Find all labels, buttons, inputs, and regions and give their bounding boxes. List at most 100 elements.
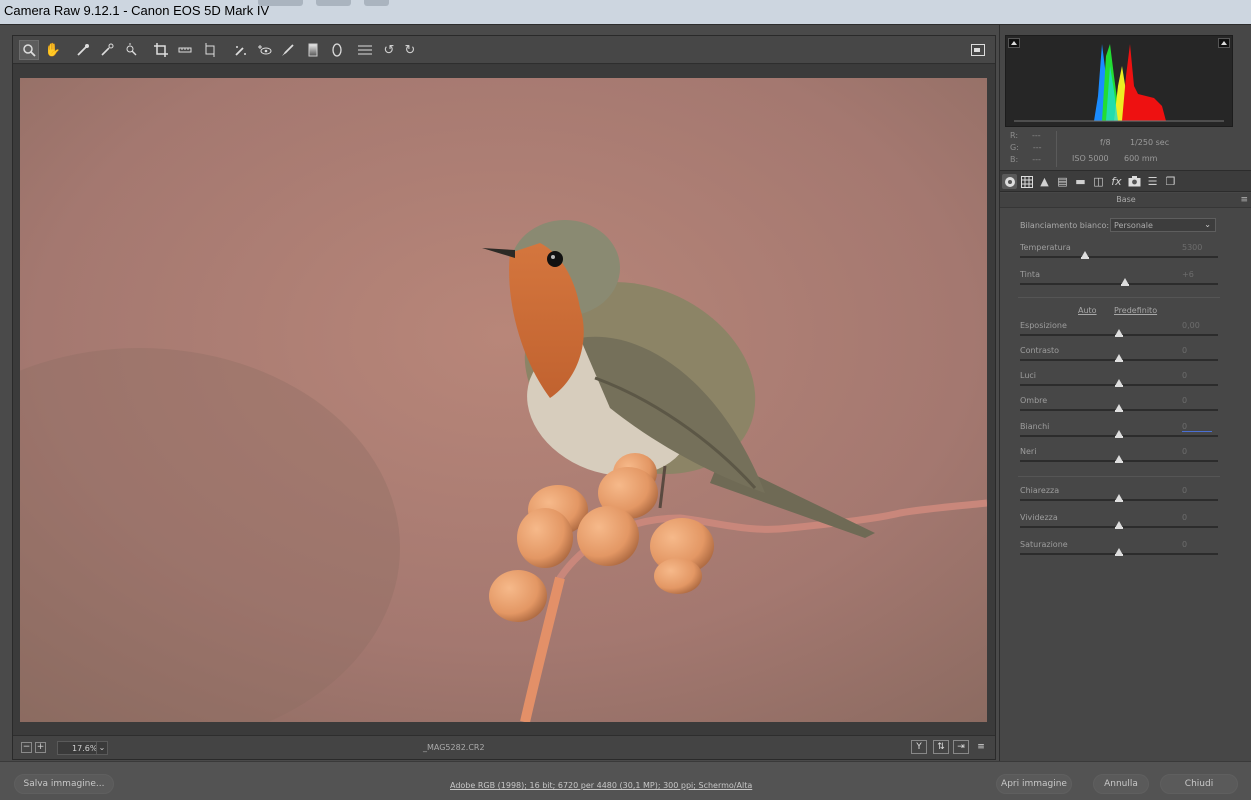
tab-split-toning-icon[interactable]: ▬ <box>1073 174 1088 189</box>
done-button[interactable]: Chiudi <box>1160 774 1238 794</box>
default-button[interactable]: Predefinito <box>1114 306 1157 315</box>
slider-value-input[interactable]: +6 <box>1182 270 1212 279</box>
slider-track[interactable] <box>1020 283 1218 285</box>
slider-thumb[interactable] <box>1115 521 1123 529</box>
swap-settings-icon[interactable]: ⇅ <box>933 740 949 754</box>
tab-tone-curve-icon[interactable] <box>1019 174 1034 189</box>
panel-menu-icon[interactable]: ≡ <box>1240 193 1248 207</box>
slider-thumb[interactable] <box>1115 494 1123 502</box>
workflow-options-link[interactable]: Adobe RGB (1998); 16 bit; 6720 per 4480 … <box>450 781 752 790</box>
aperture: f/8 <box>1100 138 1111 147</box>
slider-value-input[interactable]: 0 <box>1182 422 1212 432</box>
exif-info: f/8 1/250 sec ISO 5000 600 mm <box>1070 135 1169 167</box>
slider-thumb[interactable] <box>1115 455 1123 463</box>
histogram-graph <box>1014 44 1224 122</box>
slider-tinta: Tinta +6 <box>1020 270 1218 292</box>
photo-preview[interactable] <box>20 78 987 722</box>
slider-value-input[interactable]: 0 <box>1182 540 1212 549</box>
slider-thumb[interactable] <box>1115 548 1123 556</box>
slider-value-input[interactable]: 0 <box>1182 346 1212 355</box>
tab-presets-icon[interactable]: ☰ <box>1145 174 1160 189</box>
spot-removal-icon[interactable] <box>230 40 250 60</box>
tool-bar: ✋ ↺ ↻ <box>13 36 995 64</box>
brush-icon[interactable] <box>278 40 298 60</box>
slider-contrasto: Contrasto 0 <box>1020 346 1218 368</box>
panel-tabs: ▲ ▤ ▬ ◫ fx ☰ ❐ <box>1000 170 1251 192</box>
tab-lens-icon[interactable]: ◫ <box>1091 174 1106 189</box>
before-after-icon[interactable]: Y <box>911 740 927 754</box>
slider-value-input[interactable]: 0 <box>1182 371 1212 380</box>
save-image-button[interactable]: Salva immagine... <box>14 774 114 794</box>
divider <box>1018 297 1220 298</box>
tab-effects-icon[interactable]: fx <box>1109 174 1124 189</box>
slider-track[interactable] <box>1020 256 1218 258</box>
list-icon[interactable] <box>355 40 375 60</box>
toggle-settings-icon[interactable]: ≡ <box>973 740 989 754</box>
hand-icon[interactable]: ✋ <box>43 40 63 60</box>
slider-saturazione: Saturazione 0 <box>1020 540 1218 562</box>
r-value: --- <box>1032 131 1041 140</box>
chevron-down-icon: ⌄ <box>1204 220 1211 229</box>
rotate-cw-icon[interactable]: ↻ <box>400 40 420 60</box>
tab-hsl-icon[interactable]: ▤ <box>1055 174 1070 189</box>
slider-thumb[interactable] <box>1115 404 1123 412</box>
shutter-speed: 1/250 sec <box>1130 138 1170 147</box>
slider-value-input[interactable]: 0,00 <box>1182 321 1212 330</box>
slider-thumb[interactable] <box>1115 430 1123 438</box>
tab-basic-icon[interactable] <box>1002 174 1017 189</box>
slider-value-input[interactable]: 0 <box>1182 513 1212 522</box>
slider-thumb[interactable] <box>1115 329 1123 337</box>
magnifier-icon[interactable] <box>19 40 39 60</box>
white-balance-value: Personale <box>1114 221 1153 230</box>
cancel-button[interactable]: Annulla <box>1093 774 1149 794</box>
slider-neri: Neri 0 <box>1020 447 1218 469</box>
rotate-ccw-icon[interactable]: ↺ <box>379 40 399 60</box>
red-eye-icon[interactable] <box>254 40 274 60</box>
white-balance-select[interactable]: Personale ⌄ <box>1110 218 1216 232</box>
zoom-out-button[interactable]: − <box>21 742 32 753</box>
zoom-dropdown-icon[interactable]: ⌄ <box>96 741 108 755</box>
auto-button[interactable]: Auto <box>1078 306 1097 315</box>
slider-value-input[interactable]: 0 <box>1182 447 1212 456</box>
b-value: --- <box>1032 155 1041 164</box>
slider-label: Contrasto <box>1020 346 1060 355</box>
radial-filter-icon[interactable] <box>327 40 347 60</box>
eyedropper-icon[interactable] <box>73 40 93 60</box>
titlebar-ghost-tab <box>364 0 389 6</box>
graduated-filter-icon[interactable] <box>303 40 323 60</box>
tab-detail-icon[interactable]: ▲ <box>1037 174 1052 189</box>
slider-value-input[interactable]: 0 <box>1182 396 1212 405</box>
slider-label: Tinta <box>1020 270 1040 279</box>
info-divider <box>1056 131 1057 167</box>
slider-thumb[interactable] <box>1081 251 1090 259</box>
straighten-icon[interactable] <box>175 40 195 60</box>
color-sampler-icon[interactable] <box>97 40 117 60</box>
camera-raw-dialog: ✋ ↺ ↻ − + 17.6% ⌄ _MAG5282.CR2 Y ⇅ ⇥ ≡ R… <box>0 24 1251 800</box>
tab-snapshots-icon[interactable]: ❐ <box>1163 174 1178 189</box>
divider <box>1018 476 1220 477</box>
slider-label: Luci <box>1020 371 1037 380</box>
slider-value-input[interactable]: 0 <box>1182 486 1212 495</box>
slider-value-input[interactable]: 5300 <box>1182 243 1212 252</box>
slider-chiarezza: Chiarezza 0 <box>1020 486 1218 508</box>
highlight-clipping-icon[interactable] <box>1218 38 1230 48</box>
copy-settings-icon[interactable]: ⇥ <box>953 740 969 754</box>
preview-filename: _MAG5282.CR2 <box>423 743 485 752</box>
shadow-clipping-icon[interactable] <box>1008 38 1020 48</box>
slider-luci: Luci 0 <box>1020 371 1218 393</box>
fullscreen-icon[interactable] <box>969 41 987 59</box>
transform-icon[interactable] <box>200 40 220 60</box>
window-titlebar: Camera Raw 9.12.1 - Canon EOS 5D Mark IV <box>0 0 1251 24</box>
iso: ISO 5000 <box>1072 154 1109 163</box>
preview-status-bar: − + 17.6% ⌄ _MAG5282.CR2 Y ⇅ ⇥ ≡ <box>13 735 995 759</box>
slider-thumb[interactable] <box>1120 278 1129 286</box>
zoom-in-button[interactable]: + <box>35 742 46 753</box>
slider-thumb[interactable] <box>1115 379 1123 387</box>
slider-label: Chiarezza <box>1020 486 1060 495</box>
slider-thumb[interactable] <box>1115 354 1123 362</box>
crop-icon[interactable] <box>151 40 171 60</box>
open-image-button[interactable]: Apri immagine <box>996 774 1072 794</box>
g-label: G: <box>1010 143 1019 152</box>
tab-camera-calibration-icon[interactable] <box>1127 174 1142 189</box>
target-adjust-icon[interactable] <box>121 40 141 60</box>
